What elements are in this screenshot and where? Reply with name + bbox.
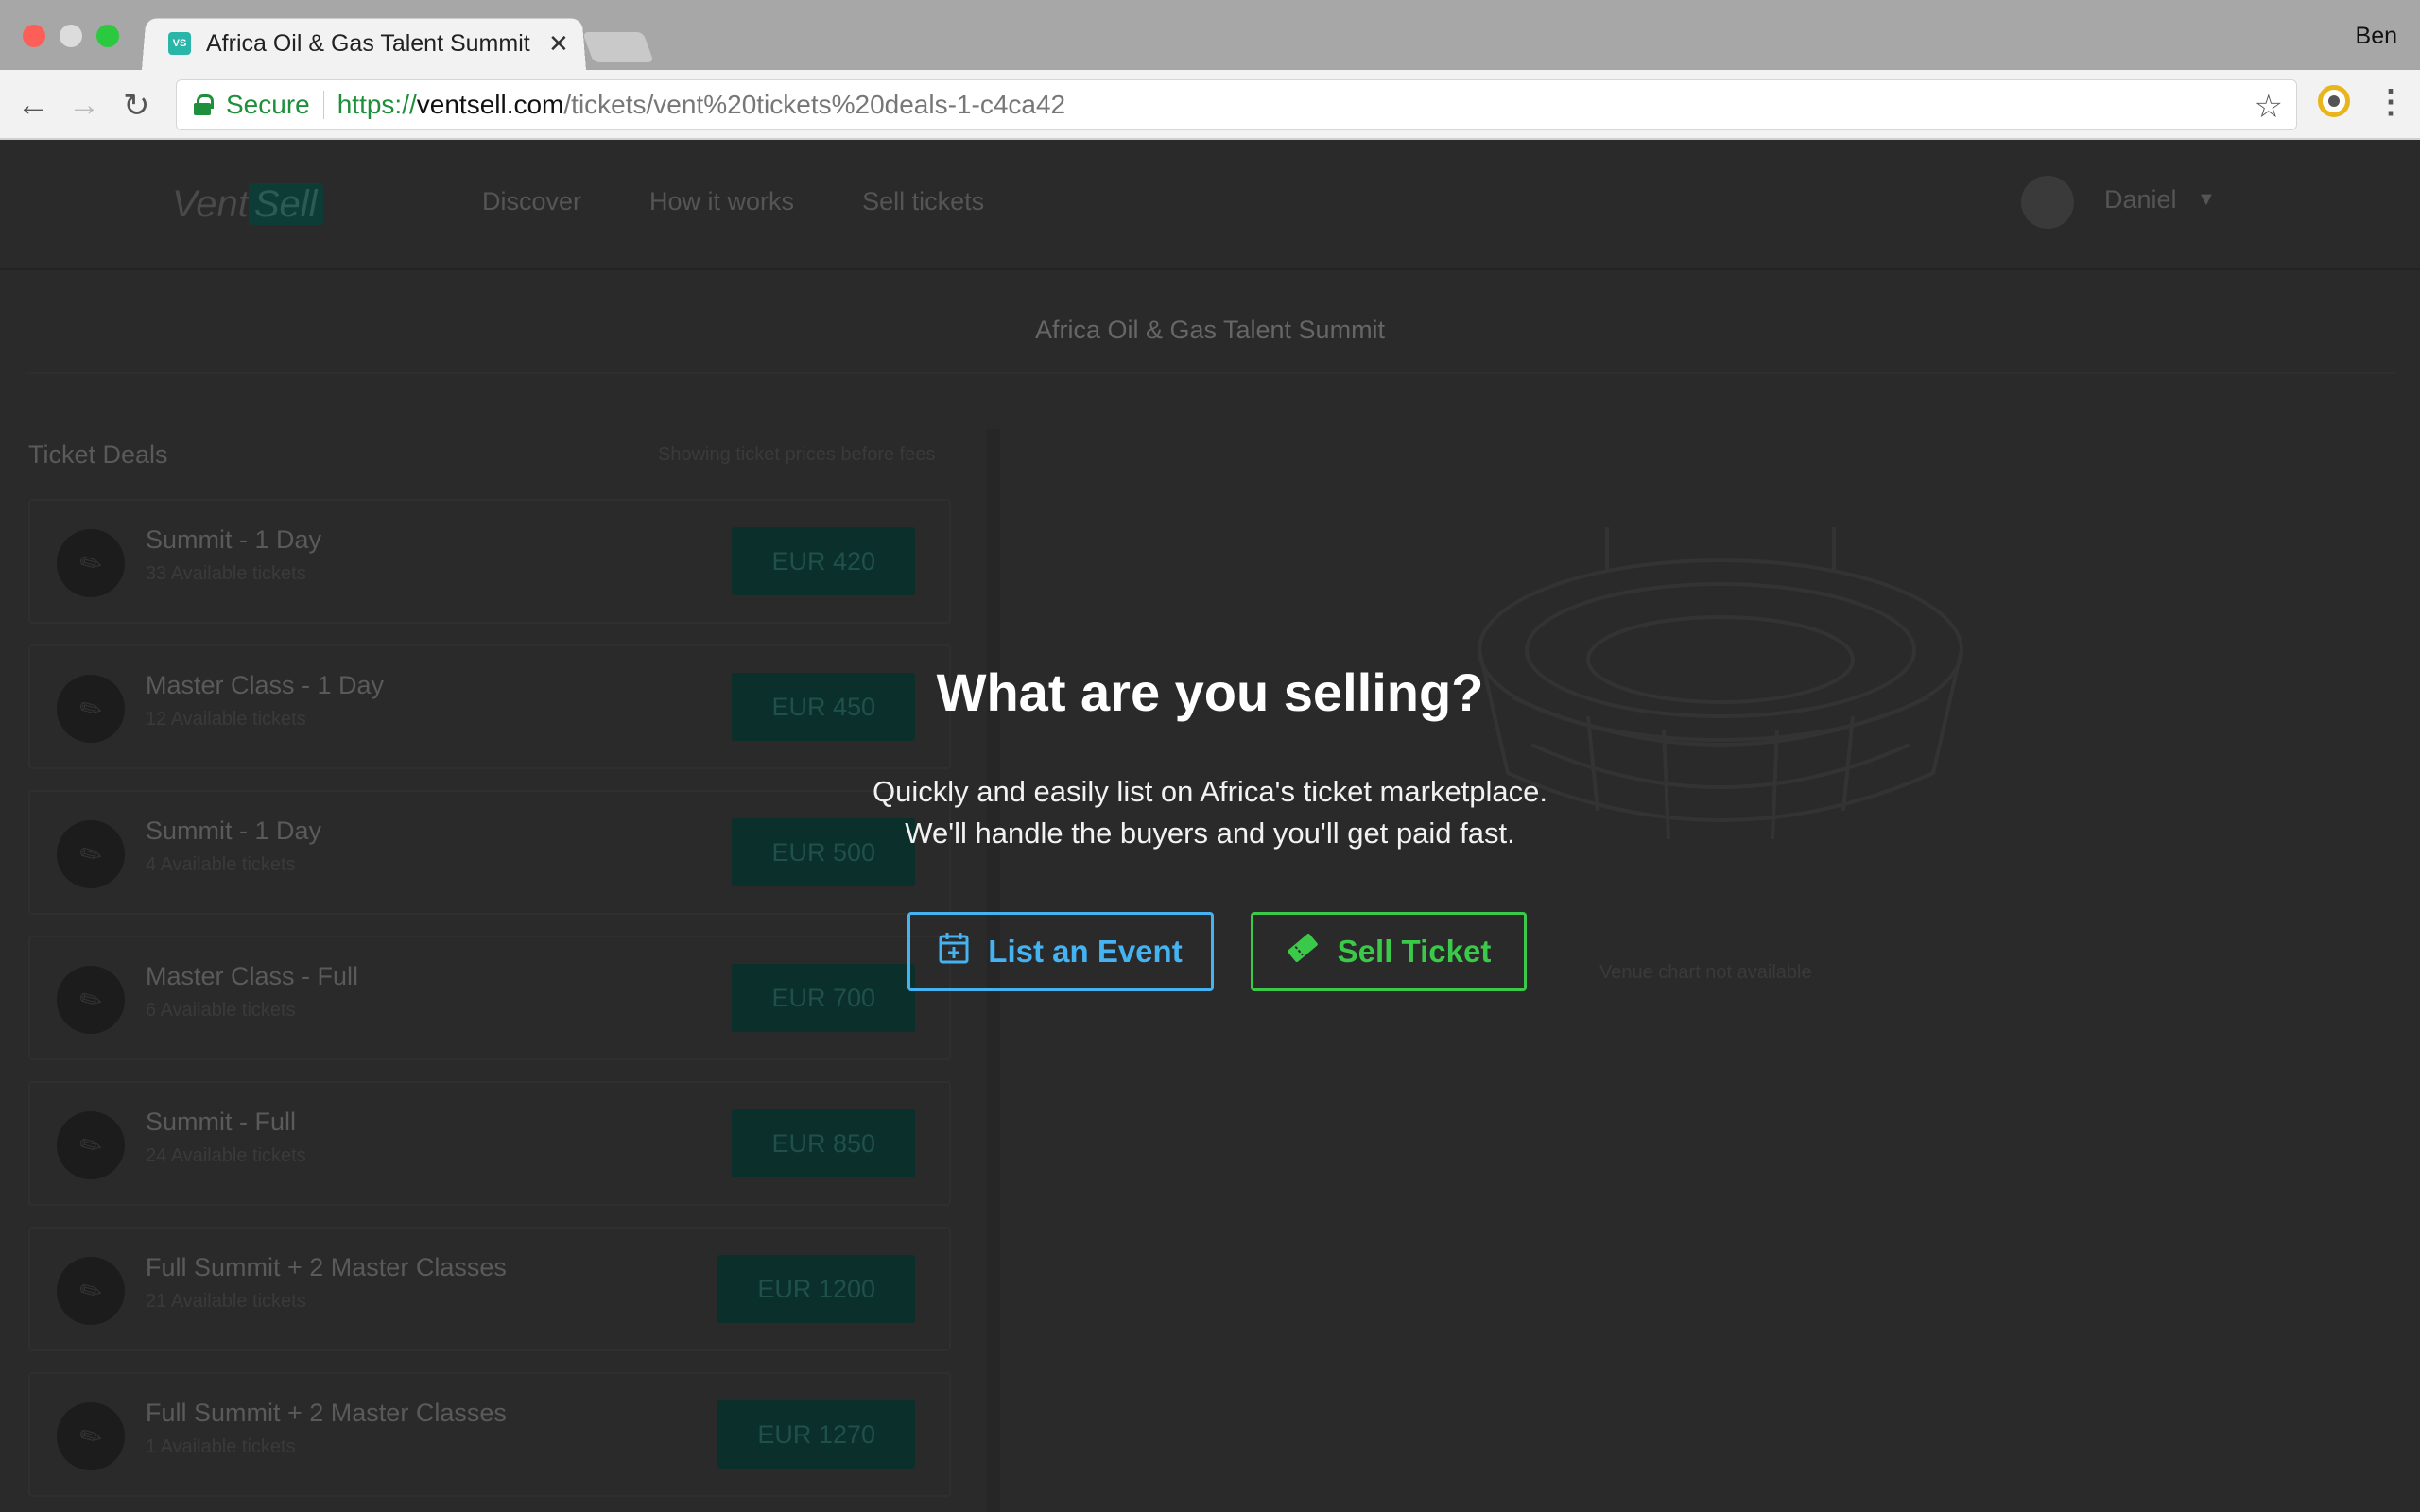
deal-name: Full Summit + 2 Master Classes (146, 1399, 507, 1427)
window-minimize-button[interactable] (60, 25, 82, 47)
sell-ticket-button[interactable]: Sell Ticket (1251, 912, 1527, 991)
list-event-button[interactable]: List an Event (908, 912, 1214, 991)
deal-name: Master Class - Full (146, 962, 359, 990)
site-header: Vent Sell Discover How it works Sell tick… (0, 140, 2420, 270)
divider (26, 372, 2395, 374)
url-scheme: https:// (337, 90, 417, 119)
avatar[interactable] (2021, 176, 2074, 229)
venue-chart-note: Venue chart not available (1599, 962, 1812, 983)
deal-price-button[interactable]: EUR 700 (732, 964, 915, 1032)
browser-profile-name[interactable]: Ben (2356, 23, 2397, 50)
forward-arrow-icon[interactable]: → (68, 87, 100, 124)
deal-price-button[interactable]: EUR 420 (732, 527, 915, 595)
modal-title: What are you selling? (936, 662, 1484, 722)
lock-icon (194, 94, 214, 115)
tab-title: Africa Oil & Gas Talent Summit (206, 29, 530, 57)
deal-availability: 21 Available tickets (146, 1291, 306, 1312)
deal-availability: 24 Available tickets (146, 1145, 306, 1166)
ticket-icon: ✎ (43, 1389, 138, 1484)
deal-card[interactable]: ✎ Summit - 1 Day 33 Available tickets EU… (28, 499, 951, 624)
deal-card[interactable]: ✎ Full Summit + 2 Master Classes 1 Avail… (28, 1372, 951, 1497)
browser-tab-strip: VS Africa Oil & Gas Talent Summit ✕ Ben (0, 0, 2420, 70)
deal-availability: 1 Available tickets (146, 1436, 296, 1457)
address-bar[interactable]: Secure https://ventsell.com/tickets/vent… (176, 79, 2297, 130)
ticket-deals-note: Showing ticket prices before fees (658, 444, 936, 465)
site-nav: Discover How it works Sell tickets (482, 187, 984, 216)
user-name[interactable]: Daniel (2104, 185, 2177, 215)
window-zoom-button[interactable] (96, 25, 119, 47)
url-host: ventsell.com (416, 90, 564, 119)
tab-close-icon[interactable]: ✕ (548, 29, 569, 59)
nav-how-it-works[interactable]: How it works (649, 187, 794, 216)
deal-availability: 4 Available tickets (146, 854, 296, 875)
nav-sell-tickets[interactable]: Sell tickets (862, 187, 984, 216)
deal-price-button[interactable]: EUR 850 (732, 1109, 915, 1177)
ticket-icon: ✎ (43, 1244, 138, 1338)
deal-availability: 6 Available tickets (146, 1000, 296, 1021)
deal-price-button[interactable]: EUR 1200 (717, 1255, 915, 1323)
ticket-icon (1287, 934, 1319, 970)
browser-tab[interactable]: VS Africa Oil & Gas Talent Summit ✕ (168, 17, 584, 70)
new-tab-button[interactable] (582, 32, 654, 62)
address-separator (322, 91, 324, 119)
sell-ticket-label: Sell Ticket (1337, 934, 1492, 969)
browser-menu-icon[interactable]: ⋮ (2375, 83, 2407, 121)
deal-price-button[interactable]: EUR 1270 (717, 1400, 915, 1469)
ventsell-logo[interactable]: Vent Sell (172, 183, 323, 226)
modal-subtitle-line2: We'll handle the buyers and you'll get p… (905, 816, 1515, 850)
logo-sell: Sell (248, 183, 323, 225)
calendar-plus-icon (939, 932, 969, 971)
window-close-button[interactable] (23, 25, 45, 47)
deal-card[interactable]: ✎ Summit - Full 24 Available tickets EUR… (28, 1081, 951, 1206)
deal-name: Full Summit + 2 Master Classes (146, 1253, 507, 1281)
deal-name: Summit - Full (146, 1108, 297, 1136)
url-text: https://ventsell.com/tickets/vent%20tick… (337, 90, 1065, 120)
bookmark-star-icon[interactable]: ☆ (2255, 88, 2283, 126)
event-title: Africa Oil & Gas Talent Summit (1034, 316, 1386, 344)
deal-availability: 33 Available tickets (146, 563, 306, 584)
reload-icon[interactable]: ↻ (123, 87, 150, 125)
deal-card[interactable]: ✎ Full Summit + 2 Master Classes 21 Avai… (28, 1227, 951, 1351)
back-arrow-icon[interactable]: ← (17, 87, 49, 124)
deal-name: Summit - 1 Day (146, 525, 322, 554)
browser-toolbar: ← → ↻ Secure https://ventsell.com/ticket… (0, 70, 2420, 140)
ticket-deals-heading: Ticket Deals (28, 440, 168, 469)
chevron-down-icon[interactable]: ▼ (2197, 189, 2216, 211)
ticket-icon: ✎ (43, 953, 138, 1047)
extension-icon[interactable] (2318, 85, 2350, 117)
secure-label: Secure (226, 90, 310, 119)
logo-vent: Vent (172, 183, 249, 225)
url-path: /tickets/vent%20tickets%20deals-1-c4ca42 (563, 90, 1066, 119)
nav-discover[interactable]: Discover (482, 187, 581, 216)
ticket-icon: ✎ (43, 516, 138, 610)
favicon-icon: VS (168, 32, 191, 55)
modal-subtitle: Quickly and easily list on Africa's tick… (0, 771, 2420, 854)
deal-card[interactable]: ✎ Master Class - Full 6 Available ticket… (28, 936, 951, 1060)
modal-subtitle-line1: Quickly and easily list on Africa's tick… (872, 775, 1548, 808)
list-event-label: List an Event (988, 934, 1183, 969)
ticket-icon: ✎ (43, 1098, 138, 1193)
